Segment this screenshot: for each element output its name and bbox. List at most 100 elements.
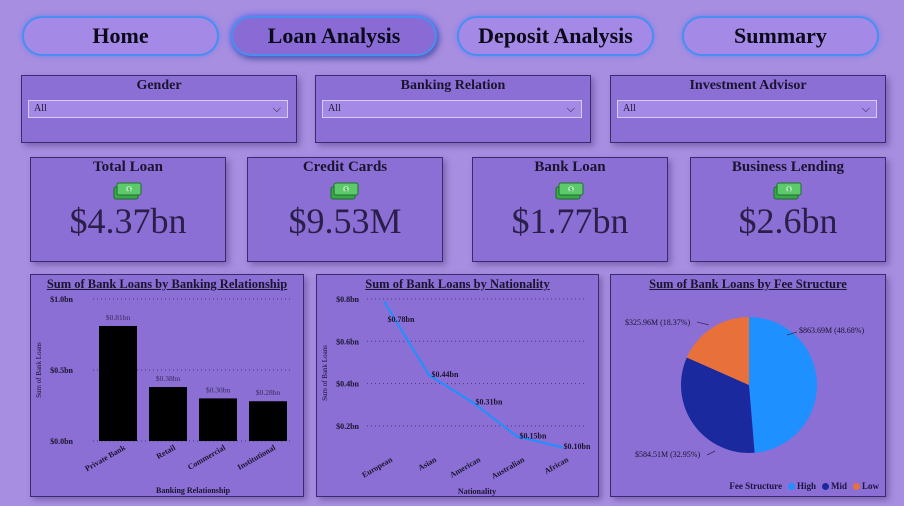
chevron-down-icon: ⌵	[861, 103, 870, 115]
data-label: $0.10bn	[564, 442, 591, 451]
kpi-value: $2.6bn	[738, 201, 838, 241]
x-axis-title: Nationality	[458, 487, 496, 496]
slicer-title: Banking Relation	[400, 78, 506, 93]
legend-item-high[interactable]: High	[787, 481, 816, 491]
x-tick-label: Retail	[155, 443, 178, 461]
money-icon: $	[113, 182, 142, 200]
data-label: $0.28bn	[256, 388, 281, 397]
line-point	[471, 401, 475, 405]
legend-dot-icon	[787, 483, 795, 491]
kpi-card-total-loan: Total Loan $ $4.37bn	[30, 157, 226, 262]
kpi-title: Total Loan	[93, 159, 163, 175]
nav-home-button[interactable]: Home	[22, 16, 219, 56]
gender-slicer: Gender All ⌵	[21, 75, 297, 143]
chevron-down-icon: ⌵	[566, 103, 575, 115]
slice-label: $863.69M (48.68%)	[799, 326, 864, 335]
x-tick-label: African	[543, 455, 571, 476]
line-point	[515, 434, 519, 438]
line-point	[427, 373, 431, 377]
legend-item-mid[interactable]: Mid	[821, 481, 847, 491]
chart-title: Sum of Bank Loans by Banking Relationshi…	[46, 277, 288, 291]
legend-dot-icon	[852, 483, 860, 491]
pie-slice	[749, 317, 817, 453]
legend-item-low[interactable]: Low	[852, 481, 879, 491]
data-label: $0.38bn	[156, 374, 181, 383]
money-icon: $	[330, 182, 359, 200]
data-label: $0.30bn	[206, 385, 231, 394]
kpi-title: Credit Cards	[302, 159, 388, 175]
kpi-title: Bank Loan	[534, 159, 606, 175]
nav-deposit-analysis-button[interactable]: Deposit Analysis	[457, 16, 654, 56]
y-axis-title: Sum of Bank Loans	[35, 342, 43, 398]
y-tick-label: $0.5bn	[50, 366, 73, 375]
x-tick-label: European	[360, 455, 394, 480]
bar-chart-svg: $0.0bn $0.5bn $1.0bn $0.81bn Private Bank $0.…	[35, 295, 293, 495]
leader-line	[696, 321, 710, 326]
investment-advisor-slicer: Investment Advisor All ⌵	[610, 75, 886, 143]
money-icon: $	[555, 182, 584, 200]
line-chart-svg: $0.2bn $0.4bn $0.6bn $0.8bn $0.78bn European $…	[321, 295, 591, 496]
svg-text:$: $	[788, 187, 791, 194]
pie-chart-svg: $863.69M (48.68%) $584.51M (32.95%) $325.9…	[625, 317, 864, 459]
slice-label: $325.96M (18.37%)	[625, 318, 690, 327]
legend-label: Low	[861, 481, 879, 491]
y-tick-label: $0.2bn	[336, 422, 359, 431]
svg-text:$: $	[128, 187, 131, 194]
y-tick-label: $1.0bn	[50, 295, 73, 304]
nav-loan-analysis-button[interactable]: Loan Analysis	[231, 16, 437, 56]
y-tick-label: $0.6bn	[336, 337, 359, 346]
x-tick-label: Australian	[490, 455, 527, 481]
pie-legend: Fee Structure High Mid Low	[729, 481, 879, 491]
data-label: $0.44bn	[432, 370, 459, 379]
bar	[99, 325, 137, 441]
x-tick-label: Institutional	[236, 443, 278, 472]
chart-title: Sum of Bank Loans by Fee Structure	[649, 277, 847, 291]
bar	[149, 387, 187, 441]
kpi-card-business-lending: Business Lending $ $2.6bn	[690, 157, 886, 262]
chart-title: Sum of Bank Loans by Nationality	[365, 277, 550, 291]
nav-summary-button[interactable]: Summary	[682, 16, 879, 56]
line-chart-nationality: Sum of Bank Loans by Nationality $0.2bn $…	[316, 274, 599, 497]
slicer-title: Investment Advisor	[689, 78, 807, 93]
leader-line	[706, 450, 716, 456]
kpi-title: Business Lending	[731, 159, 845, 175]
slicer-title: Gender	[136, 78, 182, 93]
y-tick-label: $0.8bn	[336, 295, 359, 304]
y-tick-label: $0.0bn	[50, 437, 73, 446]
kpi-value: $9.53M	[288, 201, 402, 241]
y-tick-label: $0.4bn	[336, 380, 359, 389]
x-tick-label: American	[448, 455, 482, 480]
data-label: $0.78bn	[388, 315, 415, 324]
banking-relation-slicer: Banking Relation All ⌵	[315, 75, 591, 143]
line-point	[383, 301, 387, 305]
money-icon: $	[773, 182, 802, 200]
legend-title: Fee Structure	[729, 481, 782, 491]
x-tick-label: Asian	[417, 455, 439, 473]
kpi-value: $4.37bn	[69, 201, 187, 241]
banking-relation-dropdown[interactable]: All ⌵	[322, 100, 582, 118]
chevron-down-icon: ⌵	[272, 103, 281, 115]
bar-chart-banking-relationship: Sum of Bank Loans by Banking Relationshi…	[30, 274, 304, 497]
pie-chart-fee-structure: Sum of Bank Loans by Fee Structure $863.…	[610, 274, 886, 497]
y-axis-title: Sum of Bank Loans	[321, 345, 329, 401]
line-point	[559, 445, 563, 449]
bar	[199, 398, 237, 441]
kpi-card-credit-cards: Credit Cards $ $9.53M	[247, 157, 443, 262]
dropdown-value: All	[623, 103, 636, 114]
kpi-card-bank-loan: Bank Loan $ $1.77bn	[472, 157, 668, 262]
legend-label: Mid	[830, 481, 847, 491]
legend-dot-icon	[821, 483, 829, 491]
svg-text:$: $	[570, 187, 573, 194]
slice-label: $584.51M (32.95%)	[635, 450, 700, 459]
x-tick-label: Commercial	[186, 443, 228, 472]
x-axis-title: Banking Relationship	[156, 486, 231, 495]
bar	[249, 401, 287, 441]
data-label: $0.15bn	[520, 431, 547, 440]
svg-text:$: $	[345, 187, 348, 194]
legend-label: High	[796, 481, 816, 491]
kpi-value: $1.77bn	[511, 201, 629, 241]
gender-dropdown[interactable]: All ⌵	[28, 100, 288, 118]
x-tick-label: Private Bank	[83, 443, 127, 474]
investment-advisor-dropdown[interactable]: All ⌵	[617, 100, 877, 118]
data-label: $0.31bn	[476, 398, 503, 407]
